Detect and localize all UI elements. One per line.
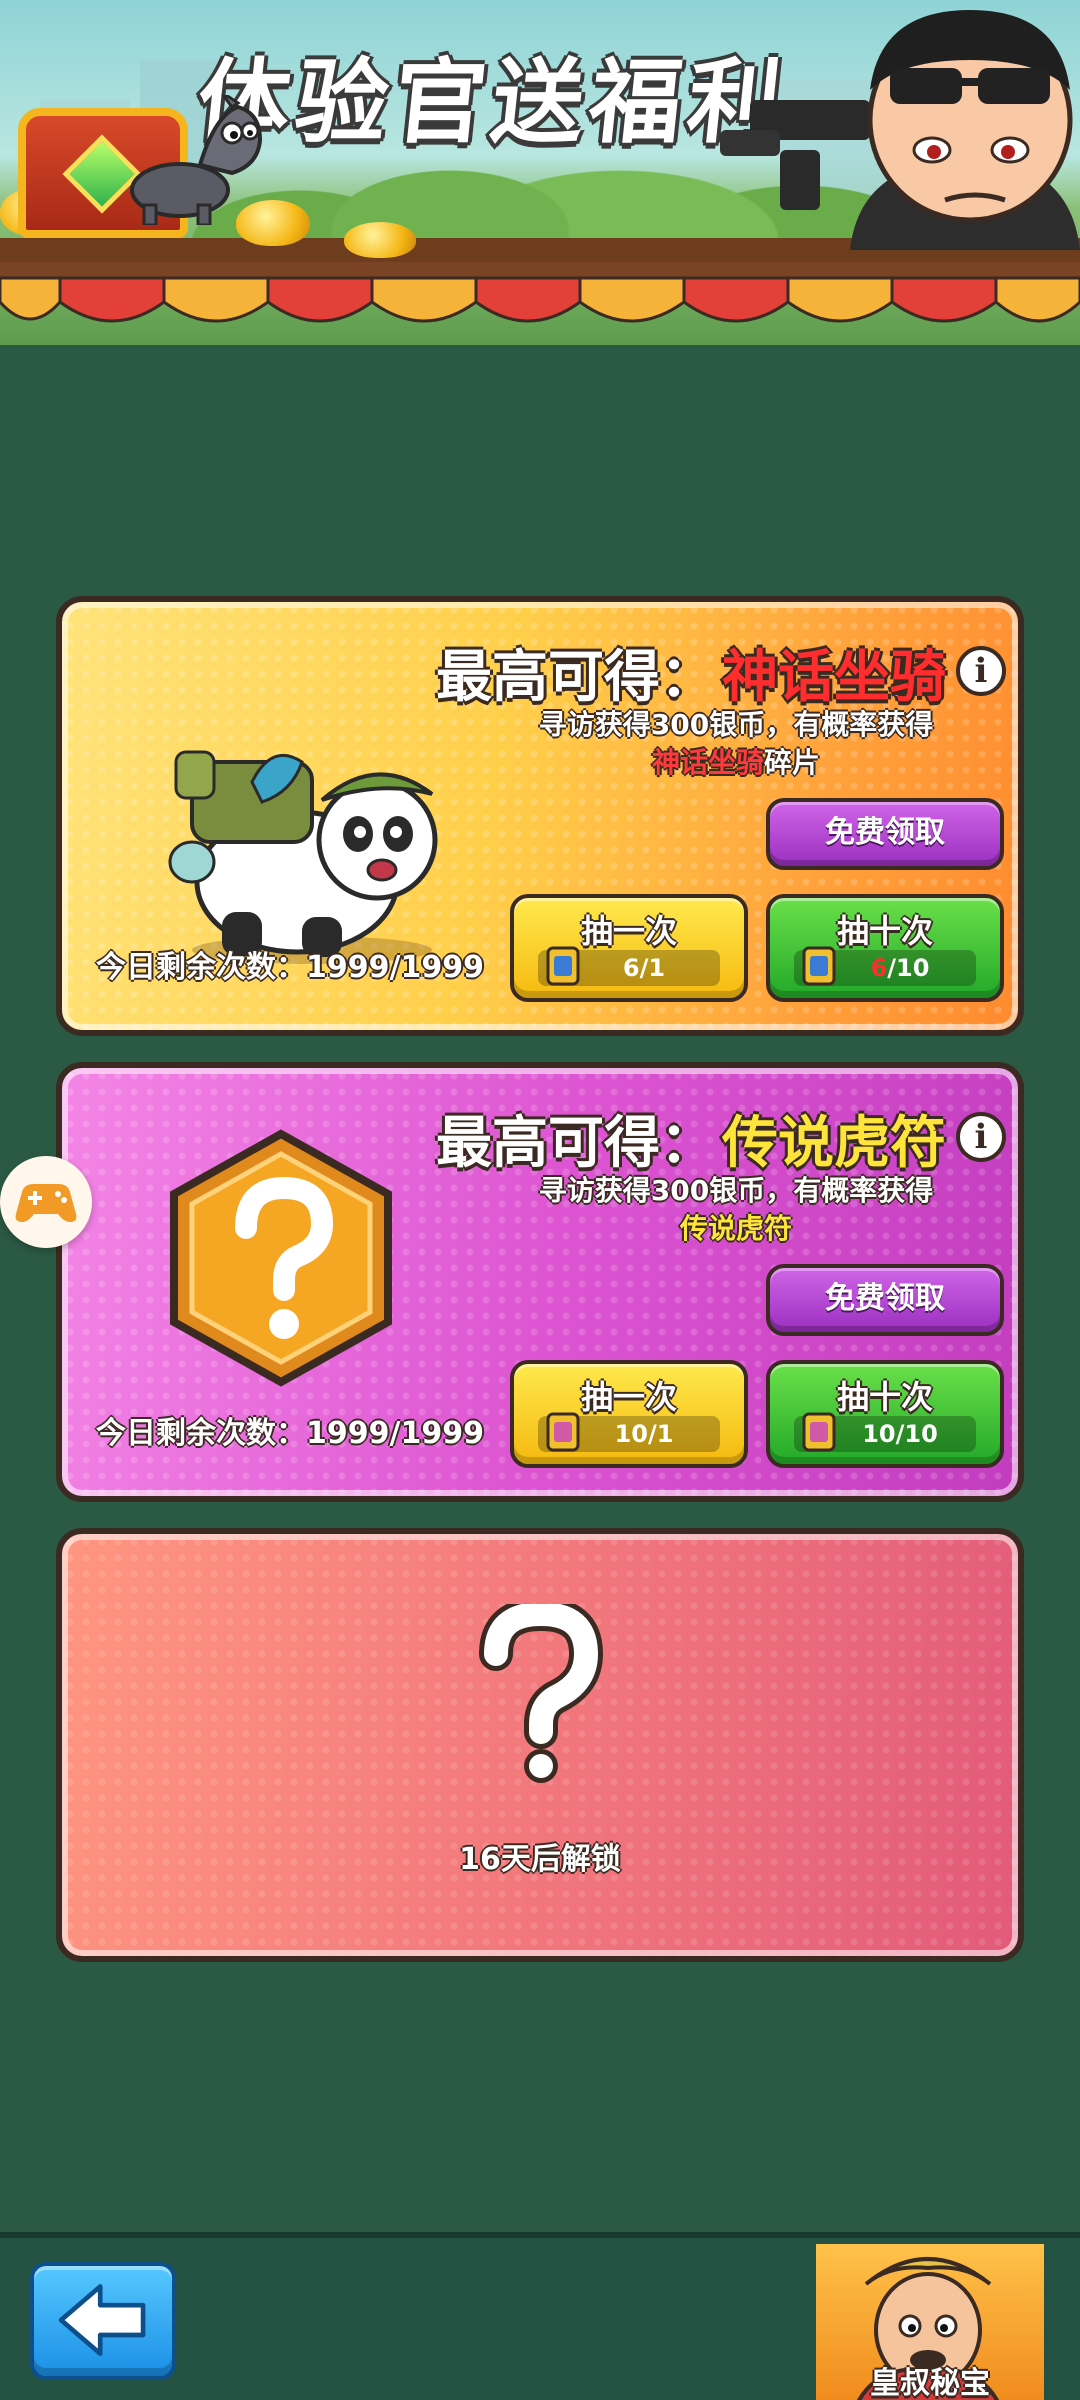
unlock-countdown: 16天后解锁 xyxy=(459,1842,621,1877)
cost-total: /10 xyxy=(895,1420,938,1448)
mystery-hexagon-icon xyxy=(170,1129,392,1387)
desc-suffix: 碎片 xyxy=(764,746,821,779)
bottom-bar: 皇叔秘宝 xyxy=(0,2232,1080,2400)
free-claim-button[interactable]: 免费领取 xyxy=(766,798,1004,870)
gamepad-icon xyxy=(15,1184,77,1222)
draw-ten-button[interactable]: 抽十次 10/10 xyxy=(766,1360,1004,1468)
draw-once-button[interactable]: 抽一次 6/1 xyxy=(510,894,748,1002)
header-banner: 体验官送福利 xyxy=(0,0,1080,345)
reward-card-mount: 最高可得： 神话坐骑 i 寻访获得300银币，有概率获得神话坐骑碎片 免费领取 抽… xyxy=(56,596,1024,1036)
back-button[interactable] xyxy=(30,2262,176,2380)
free-claim-button[interactable]: 免费领取 xyxy=(766,1264,1004,1336)
cost-used: 6 xyxy=(622,954,640,982)
reward-description: 寻访获得300银币，有概率获得神话坐骑碎片 xyxy=(526,706,946,782)
soldier-character-icon xyxy=(720,10,1080,250)
ticket-icon xyxy=(546,1412,580,1452)
cost-total: /10 xyxy=(887,954,930,982)
remaining-count: 今日剩余次数：1999/1999 xyxy=(96,1416,484,1451)
treasure-label: 皇叔秘宝 xyxy=(870,2366,990,2400)
cost-total: /1 xyxy=(639,954,666,982)
info-icon[interactable]: i xyxy=(956,646,1006,696)
card-headline: 最高可得： 神话坐骑 xyxy=(436,632,946,713)
cost-used: 10 xyxy=(614,1420,648,1448)
draw-cost: 10/1 xyxy=(538,1412,720,1452)
back-arrow-icon xyxy=(58,2284,146,2356)
reward-name: 神话坐骑 xyxy=(722,645,946,710)
draw-cost: 6/10 xyxy=(794,946,976,986)
cost-total: /1 xyxy=(647,1420,674,1448)
desc-prefix: 寻访获得300银币，有概率获得 xyxy=(538,1174,934,1207)
reward-description: 寻访获得300银币，有概率获得传说虎符 xyxy=(526,1172,946,1248)
card-headline: 最高可得： 传说虎符 xyxy=(436,1098,946,1179)
desc-prefix: 寻访获得300银币，有概率获得 xyxy=(538,708,934,741)
cost-used: 6 xyxy=(870,954,888,982)
draw-cost: 10/10 xyxy=(794,1412,976,1452)
draw-ten-button[interactable]: 抽十次 6/10 xyxy=(766,894,1004,1002)
draw-cost: 6/1 xyxy=(538,946,720,986)
reward-name: 传说虎符 xyxy=(722,1111,946,1176)
ticket-icon xyxy=(802,946,836,986)
question-mark-icon xyxy=(479,1604,604,1783)
awning-decoration xyxy=(0,262,1080,323)
donkey-mascot-icon xyxy=(130,95,263,225)
desc-highlight: 传说虎符 xyxy=(679,1212,792,1245)
headline-prefix: 最高可得： xyxy=(436,1111,716,1176)
ticket-icon xyxy=(802,1412,836,1452)
cost-used: 10 xyxy=(862,1420,896,1448)
headline-prefix: 最高可得： xyxy=(436,645,716,710)
gold-ingot-icon xyxy=(344,222,416,258)
desc-highlight: 神话坐骑 xyxy=(651,746,764,779)
locked-reward-card: 16天后解锁 xyxy=(56,1528,1024,1962)
info-icon[interactable]: i xyxy=(956,1112,1006,1162)
ticket-icon xyxy=(546,946,580,986)
reward-card-tally: 最高可得： 传说虎符 i 寻访获得300银币，有概率获得传说虎符 免费领取 抽一次… xyxy=(56,1062,1024,1502)
remaining-count: 今日剩余次数：1999/1999 xyxy=(96,950,484,985)
uncle-treasure-button[interactable]: 皇叔秘宝 xyxy=(816,2244,1044,2400)
floating-game-button[interactable] xyxy=(0,1156,92,1248)
draw-once-button[interactable]: 抽一次 10/1 xyxy=(510,1360,748,1468)
panda-mount-icon xyxy=(168,750,438,964)
